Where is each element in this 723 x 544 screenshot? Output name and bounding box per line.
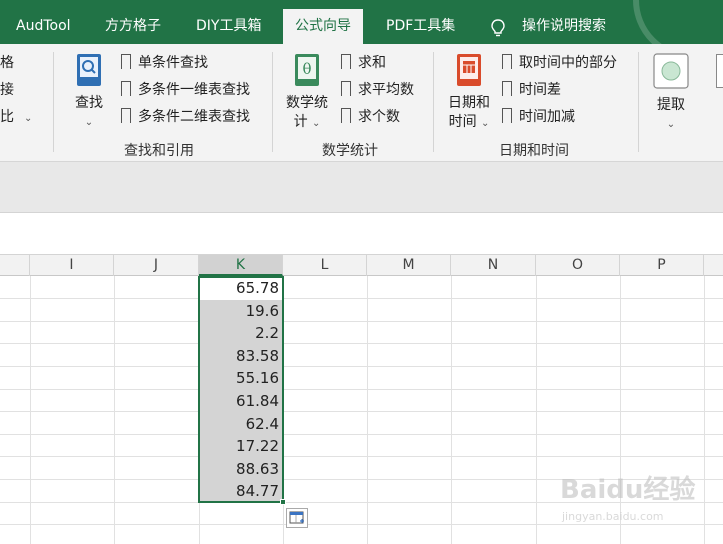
tab-audtool[interactable]: AudTool	[4, 9, 83, 44]
grid-row-line	[0, 320, 723, 322]
grid-row-line	[0, 433, 723, 435]
multi-condition-1d-lookup[interactable]: 多条件一维表查找	[120, 79, 250, 101]
grid-column-line	[114, 276, 115, 544]
bookmark-icon	[340, 81, 351, 100]
math-button-label-line1: 数学统	[286, 95, 328, 111]
tell-me-search[interactable]: 操作说明搜索	[522, 9, 606, 44]
cut-item-3[interactable]: 比 ⌄	[0, 106, 32, 130]
baidu-jingyan-watermark: Baidu经验 jingyan.baidu.com	[560, 474, 695, 523]
svg-text:θ: θ	[302, 60, 311, 78]
extract-button[interactable]: 提取 ⌄	[648, 52, 694, 134]
column-header-m[interactable]: M	[367, 255, 451, 276]
bookmark-icon	[501, 108, 512, 127]
k-cell[interactable]: 83.58	[199, 344, 283, 368]
time-diff-button[interactable]: 时间差	[501, 79, 561, 101]
fill-handle[interactable]	[280, 499, 286, 505]
cut-off-button-edge	[716, 54, 723, 88]
group-separator	[433, 52, 434, 152]
cut-item-1[interactable]: 格	[0, 52, 14, 74]
k-cell[interactable]: 61.84	[199, 390, 283, 413]
k-cell[interactable]: 2.2	[199, 322, 283, 346]
k-cell[interactable]: 55.16	[199, 367, 283, 391]
k-cell[interactable]: 84.77	[199, 480, 283, 504]
theta-book-icon: θ	[295, 54, 319, 86]
decorative-arc	[633, 0, 723, 44]
column-header-l[interactable]: L	[283, 255, 367, 276]
group-separator	[638, 52, 639, 152]
bookmark-icon	[501, 54, 512, 73]
bookmark-icon	[501, 81, 512, 100]
cut-item-2[interactable]: 接	[0, 79, 14, 101]
column-header-k[interactable]: K	[199, 255, 283, 276]
column-header-n[interactable]: N	[451, 255, 536, 276]
grid-column-line	[536, 276, 537, 544]
column-header-prev[interactable]	[0, 255, 30, 276]
bookmark-icon	[120, 54, 131, 73]
tab-fangfanggezi[interactable]: 方方格子	[93, 9, 173, 44]
column-header-i[interactable]: I	[30, 255, 114, 276]
grid-row-line	[0, 298, 723, 300]
column-header-j[interactable]: J	[114, 255, 199, 276]
k-cell[interactable]: 17.22	[199, 435, 283, 459]
group-label-math: 数学统计	[322, 143, 378, 159]
tab-formula-wizard[interactable]: 公式向导	[283, 9, 363, 44]
k-cell[interactable]: 19.6	[199, 299, 283, 323]
quick-analysis-button[interactable]	[286, 508, 308, 528]
bookmark-icon	[340, 54, 351, 73]
watermark-url: jingyan.baidu.com	[561, 510, 664, 523]
sheet-top-area	[0, 212, 723, 254]
calendar-book-icon	[457, 54, 481, 86]
column-header-o[interactable]: O	[536, 255, 620, 276]
grid-row-line	[0, 343, 723, 345]
time-add-button[interactable]: 时间加减	[501, 106, 575, 128]
extract-button-label: 提取	[657, 97, 685, 113]
lookup-button-label: 查找	[75, 95, 103, 111]
group-label-datetime: 日期和时间	[499, 143, 569, 159]
ribbon-panel: 格 接 比 ⌄ 查找 ⌄ 单条件查找 多条件一维表查找 多条件二维表查找 查找和引…	[0, 44, 723, 162]
lightbulb-icon[interactable]	[490, 19, 506, 37]
watermark-brand: Baidu经验	[560, 474, 695, 505]
single-condition-lookup[interactable]: 单条件查找	[120, 52, 208, 74]
bookmark-icon	[340, 108, 351, 127]
bookmark-icon	[120, 81, 131, 100]
k-cell[interactable]: 62.4	[199, 412, 283, 436]
formula-bar-area	[0, 162, 723, 212]
group-separator	[272, 52, 273, 152]
math-stats-button[interactable]: θ 数学统 计 ⌄	[282, 52, 332, 133]
grid-row-line	[0, 411, 723, 413]
bookmark-icon	[120, 108, 131, 127]
chevron-down-icon: ⌄	[84, 117, 94, 128]
lookup-book-icon	[77, 54, 101, 86]
grid-row-line	[0, 388, 723, 390]
grid-row-line	[0, 365, 723, 367]
count-button[interactable]: 求个数	[340, 106, 400, 128]
k-cell[interactable]: 88.63	[199, 457, 283, 481]
sum-button[interactable]: 求和	[340, 52, 386, 74]
column-header-row: I J K L M N O P	[0, 254, 723, 276]
group-label-lookup: 查找和引用	[124, 143, 194, 159]
grid-row-line	[0, 456, 723, 458]
chevron-down-icon: ⌄	[666, 119, 676, 130]
ribbon-tab-bar: AudTool 方方格子 DIY工具箱 公式向导 PDF工具集 操作说明搜索	[0, 0, 723, 44]
k-cell[interactable]: 65.78	[199, 277, 283, 300]
tab-pdf-tools[interactable]: PDF工具集	[374, 9, 467, 44]
tab-diy-toolbox[interactable]: DIY工具箱	[184, 9, 273, 44]
multi-condition-2d-lookup[interactable]: 多条件二维表查找	[120, 106, 250, 128]
datetime-button[interactable]: 日期和 时间 ⌄	[444, 52, 494, 133]
quick-analysis-icon	[289, 511, 304, 524]
grid-column-line	[30, 276, 31, 544]
average-button[interactable]: 求平均数	[340, 79, 414, 101]
grid-column-line	[367, 276, 368, 544]
math-button-label-line2: 计 ⌄	[293, 114, 321, 130]
extract-icon	[653, 53, 689, 89]
group-separator	[53, 52, 54, 152]
extract-time-part-button[interactable]: 取时间中的部分	[501, 52, 617, 74]
grid-column-line	[451, 276, 452, 544]
datetime-button-label-line2: 时间 ⌄	[448, 114, 490, 130]
column-header-p[interactable]: P	[620, 255, 704, 276]
lookup-button[interactable]: 查找 ⌄	[66, 52, 112, 132]
datetime-button-label-line1: 日期和	[448, 95, 490, 111]
